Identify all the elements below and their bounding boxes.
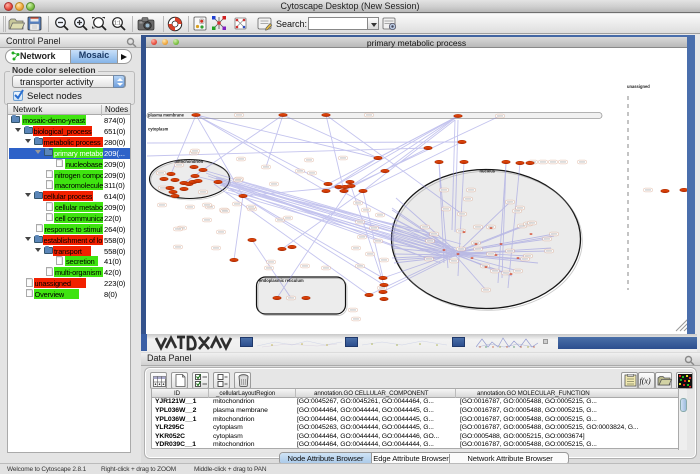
- svg-text:cytoplasm: cytoplasm: [148, 126, 169, 131]
- svg-text:nucleus: nucleus: [480, 168, 496, 173]
- svg-text:plasma membrane: plasma membrane: [148, 112, 185, 117]
- svg-text:1:1: 1:1: [114, 21, 121, 27]
- svg-text:f(x): f(x): [640, 377, 651, 386]
- svg-text:endoplasmic reticulum: endoplasmic reticulum: [259, 278, 304, 283]
- svg-text:unassigned: unassigned: [627, 84, 650, 89]
